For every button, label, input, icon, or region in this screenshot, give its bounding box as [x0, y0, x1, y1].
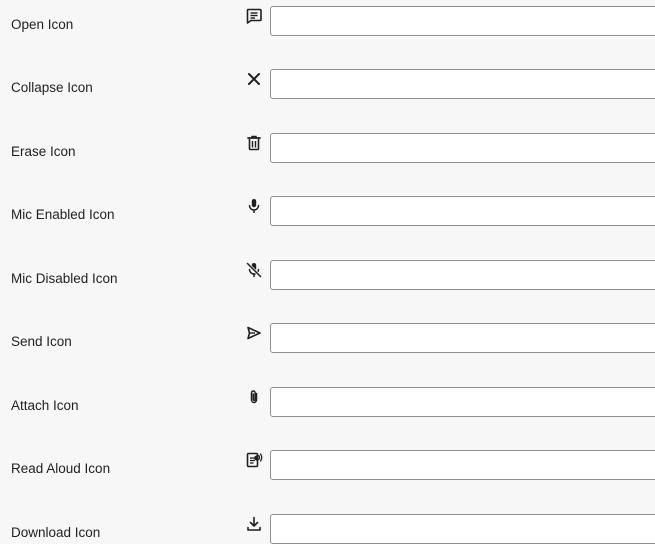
- mic-off-icon: [244, 260, 264, 280]
- close-icon: [244, 69, 264, 89]
- mic-disabled-icon-field[interactable]: [270, 260, 655, 290]
- setting-row-open-icon: Open Icon: [0, 6, 655, 46]
- icon-settings-list: Open Icon Collapse Icon Erase Icon Mic E…: [0, 0, 655, 544]
- read-aloud-icon-field[interactable]: [270, 450, 655, 480]
- download-icon-field[interactable]: [270, 514, 655, 544]
- setting-label: Collapse Icon: [11, 80, 93, 95]
- trash-icon: [244, 133, 264, 153]
- setting-row-send-icon: Send Icon: [0, 323, 655, 363]
- mic-icon: [244, 196, 264, 216]
- setting-row-attach-icon: Attach Icon: [0, 387, 655, 427]
- mic-enabled-icon-field[interactable]: [270, 196, 655, 226]
- setting-row-read-aloud-icon: Read Aloud Icon: [0, 450, 655, 490]
- paperclip-icon: [244, 387, 264, 407]
- setting-row-collapse-icon: Collapse Icon: [0, 69, 655, 109]
- setting-label: Open Icon: [11, 17, 74, 32]
- read-aloud-icon: [244, 450, 264, 470]
- setting-row-mic-disabled-icon: Mic Disabled Icon: [0, 260, 655, 300]
- setting-row-mic-enabled-icon: Mic Enabled Icon: [0, 196, 655, 236]
- chat-message-icon: [244, 6, 264, 26]
- send-icon-field[interactable]: [270, 323, 655, 353]
- attach-icon-field[interactable]: [270, 387, 655, 417]
- send-icon: [244, 323, 264, 343]
- setting-label: Send Icon: [11, 334, 72, 349]
- setting-label: Mic Disabled Icon: [11, 271, 118, 286]
- setting-label: Erase Icon: [11, 144, 76, 159]
- setting-label: Mic Enabled Icon: [11, 207, 115, 222]
- setting-row-erase-icon: Erase Icon: [0, 133, 655, 173]
- collapse-icon-field[interactable]: [270, 69, 655, 99]
- setting-label: Read Aloud Icon: [11, 461, 111, 476]
- erase-icon-field[interactable]: [270, 133, 655, 163]
- setting-row-download-icon: Download Icon: [0, 514, 655, 544]
- setting-label: Download Icon: [11, 525, 101, 540]
- download-icon: [244, 514, 264, 534]
- setting-label: Attach Icon: [11, 398, 79, 413]
- open-icon-field[interactable]: [270, 6, 655, 36]
